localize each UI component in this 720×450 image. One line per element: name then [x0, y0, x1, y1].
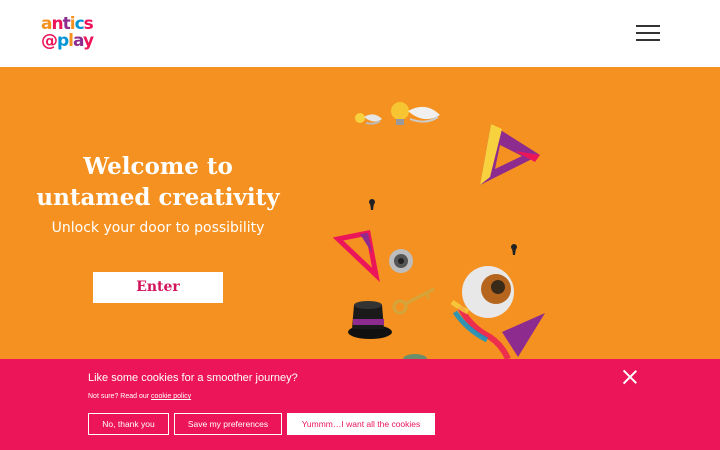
menu-bar — [636, 25, 660, 27]
hero-section: Welcome to untamed creativity Unlock you… — [0, 67, 720, 359]
cookie-banner: Like some cookies for a smoother journey… — [0, 359, 720, 450]
logo-line-2: @play — [41, 31, 94, 51]
eyeball-icon — [450, 266, 514, 359]
hero-subtitle: Unlock your door to possibility — [51, 220, 265, 236]
close-icon[interactable] — [622, 369, 638, 385]
keyhole-icon — [511, 244, 517, 255]
keyhole-icon — [369, 199, 375, 210]
site-header: antics @play — [0, 0, 720, 67]
antics-at-play-logo[interactable]: antics @play — [40, 14, 104, 54]
menu-bar — [636, 32, 660, 34]
accept-all-cookies-button[interactable]: Yummm…I want all the cookies — [287, 413, 435, 435]
hamburger-menu-icon[interactable] — [636, 24, 660, 42]
cookie-sub-prefix: Not sure? Read our — [88, 393, 152, 400]
light-bulb-icon — [355, 113, 382, 125]
hero-title: Welcome to untamed creativity — [36, 153, 280, 211]
menu-bar — [636, 39, 660, 41]
enter-button[interactable]: Enter — [93, 272, 223, 303]
cookie-title: Like some cookies for a smoother journey… — [88, 372, 298, 384]
light-bulb-icon — [391, 102, 440, 125]
triangle-icon — [480, 124, 540, 185]
triangle-icon — [502, 313, 545, 357]
triangle-icon — [332, 230, 380, 283]
cookie-subtext: Not sure? Read our cookie policy — [88, 393, 191, 400]
top-hat-icon — [348, 301, 392, 339]
decline-cookies-button[interactable]: No, thank you — [88, 413, 169, 435]
eyeball-icon — [389, 249, 413, 273]
hero-illustration — [332, 102, 545, 359]
key-icon — [392, 287, 435, 315]
save-preferences-button[interactable]: Save my preferences — [174, 413, 282, 435]
cookie-policy-link[interactable]: cookie policy — [151, 393, 191, 400]
